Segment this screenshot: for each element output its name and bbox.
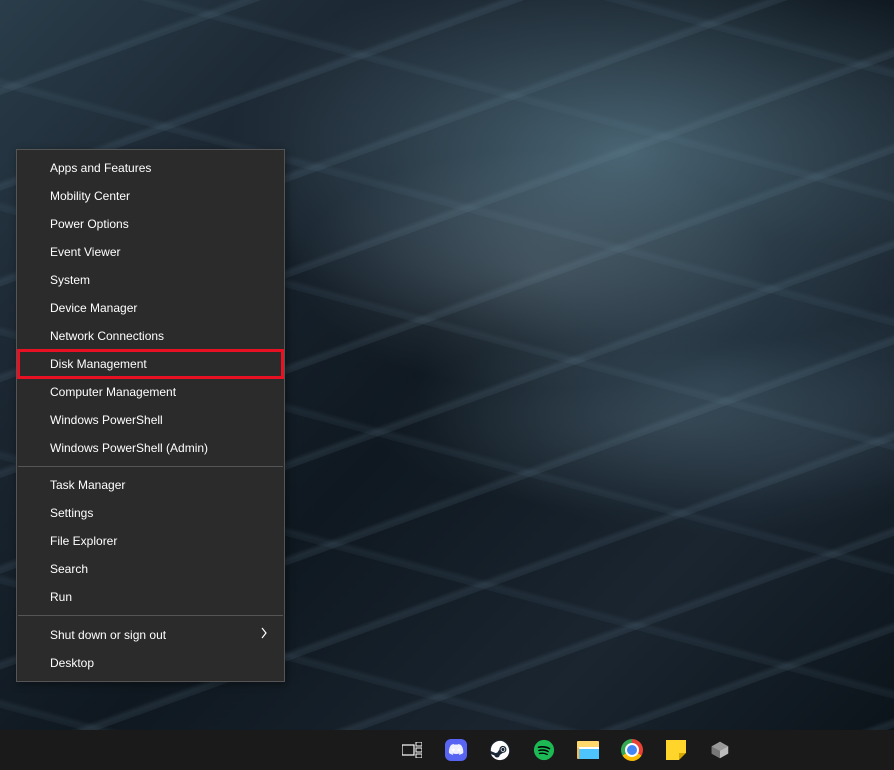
menu-item-shutdown[interactable]: Shut down or sign out (17, 620, 284, 649)
menu-item-label: Task Manager (50, 478, 125, 492)
menu-item-label: Disk Management (50, 357, 147, 371)
menu-item-desktop[interactable]: Desktop (17, 649, 284, 677)
sandbox-icon[interactable] (708, 738, 732, 762)
file-explorer-icon[interactable] (576, 738, 600, 762)
menu-item-label: Run (50, 590, 72, 604)
menu-item-run[interactable]: Run (17, 583, 284, 611)
menu-item-label: Computer Management (50, 385, 176, 399)
menu-item-settings[interactable]: Settings (17, 499, 284, 527)
menu-item-label: Device Manager (50, 301, 137, 315)
menu-item-task-manager[interactable]: Task Manager (17, 471, 284, 499)
menu-item-network-connections[interactable]: Network Connections (17, 322, 284, 350)
menu-item-label: Windows PowerShell (Admin) (50, 441, 208, 455)
menu-item-label: System (50, 273, 90, 287)
spotify-icon[interactable] (532, 738, 556, 762)
menu-item-windows-powershell[interactable]: Windows PowerShell (17, 406, 284, 434)
menu-item-power-options[interactable]: Power Options (17, 210, 284, 238)
taskbar (0, 730, 894, 770)
menu-item-windows-powershell-admin[interactable]: Windows PowerShell (Admin) (17, 434, 284, 462)
chevron-right-icon (260, 627, 268, 642)
menu-item-label: Windows PowerShell (50, 413, 163, 427)
menu-item-system[interactable]: System (17, 266, 284, 294)
menu-item-label: Search (50, 562, 88, 576)
discord-icon[interactable] (444, 738, 468, 762)
taskbar-icons (400, 738, 732, 762)
menu-item-label: Shut down or sign out (50, 628, 166, 642)
menu-item-file-explorer[interactable]: File Explorer (17, 527, 284, 555)
menu-item-device-manager[interactable]: Device Manager (17, 294, 284, 322)
menu-item-label: Apps and Features (50, 161, 151, 175)
menu-item-computer-management[interactable]: Computer Management (17, 378, 284, 406)
menu-separator (18, 615, 283, 616)
chrome-icon[interactable] (620, 738, 644, 762)
menu-item-label: File Explorer (50, 534, 117, 548)
menu-item-label: Power Options (50, 217, 129, 231)
start-context-menu: Apps and Features Mobility Center Power … (16, 149, 285, 682)
menu-item-label: Mobility Center (50, 189, 130, 203)
menu-item-label: Network Connections (50, 329, 164, 343)
sticky-notes-icon[interactable] (664, 738, 688, 762)
menu-item-label: Desktop (50, 656, 94, 670)
menu-item-label: Event Viewer (50, 245, 120, 259)
menu-item-disk-management[interactable]: Disk Management (17, 349, 284, 379)
menu-item-mobility-center[interactable]: Mobility Center (17, 182, 284, 210)
menu-item-apps-features[interactable]: Apps and Features (17, 154, 284, 182)
menu-item-search[interactable]: Search (17, 555, 284, 583)
task-view-icon[interactable] (400, 738, 424, 762)
menu-separator (18, 466, 283, 467)
steam-icon[interactable] (488, 738, 512, 762)
menu-item-event-viewer[interactable]: Event Viewer (17, 238, 284, 266)
menu-item-label: Settings (50, 506, 93, 520)
